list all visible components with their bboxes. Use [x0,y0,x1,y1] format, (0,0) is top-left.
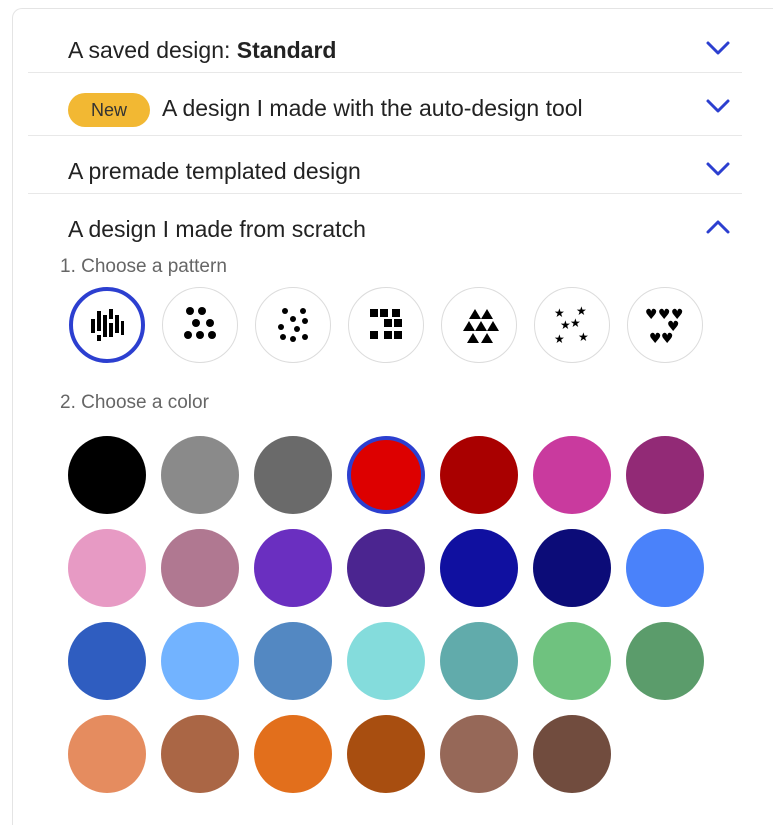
svg-text:★: ★ [578,330,589,344]
color-swatch[interactable] [626,529,704,607]
svg-text:♥: ♥ [661,331,674,347]
section-scratch-design-label[interactable]: A design I made from scratch [68,216,366,243]
section-saved-design-label[interactable]: A saved design: Standard [68,37,336,64]
new-badge: New [68,93,150,127]
color-swatch[interactable] [533,529,611,607]
chevron-up-icon[interactable] [705,218,731,236]
color-swatch[interactable] [347,529,425,607]
squares-pattern-icon [370,309,402,339]
color-swatch[interactable] [68,529,146,607]
color-swatch[interactable] [533,715,611,793]
svg-text:♥: ♥ [645,307,658,323]
svg-text:♥: ♥ [649,331,662,347]
choose-color-label: 2. Choose a color [60,392,209,413]
color-swatch[interactable] [440,622,518,700]
color-swatch[interactable] [440,436,518,514]
section-auto-design-label[interactable]: A design I made with the auto-design too… [162,95,583,122]
color-swatch[interactable] [533,622,611,700]
color-swatch[interactable] [533,436,611,514]
hearts-pattern-icon: ♥ ♥ ♥ ♥ ♥ ♥ [645,307,684,347]
pattern-option-triangles[interactable] [441,287,517,363]
color-swatch[interactable] [161,436,239,514]
stars-pattern-icon: ★ ★ ★ ★ ★ ★ [554,304,589,346]
color-swatch[interactable] [440,715,518,793]
color-swatch[interactable] [440,529,518,607]
color-swatch[interactable] [161,529,239,607]
color-swatch[interactable] [254,715,332,793]
color-swatch[interactable] [347,436,425,514]
pattern-option-diamond-dots[interactable] [255,287,331,363]
pattern-option-dots[interactable] [162,287,238,363]
svg-text:★: ★ [554,332,565,346]
color-swatch[interactable] [254,436,332,514]
pattern-option-squares[interactable] [348,287,424,363]
color-swatch[interactable] [254,622,332,700]
color-swatch[interactable] [161,622,239,700]
pattern-option-vertical-bars[interactable] [69,287,145,363]
diamond-dots-pattern-icon [278,308,308,342]
color-swatch[interactable] [68,436,146,514]
triangles-pattern-icon [463,309,499,343]
section-premade-design-label[interactable]: A premade templated design [68,158,361,185]
color-swatch[interactable] [347,715,425,793]
color-swatch[interactable] [68,622,146,700]
color-swatch[interactable] [161,715,239,793]
chevron-down-icon[interactable] [705,39,731,57]
color-swatch[interactable] [254,529,332,607]
chevron-down-icon[interactable] [705,160,731,178]
color-swatch[interactable] [68,715,146,793]
dots-pattern-icon [184,307,216,339]
vertical-bars-pattern-icon [91,309,124,341]
svg-text:★: ★ [570,316,581,330]
color-swatch[interactable] [626,622,704,700]
pattern-option-stars[interactable]: ★ ★ ★ ★ ★ ★ [534,287,610,363]
choose-pattern-label: 1. Choose a pattern [60,256,227,277]
color-swatch[interactable] [347,622,425,700]
pattern-option-hearts[interactable]: ♥ ♥ ♥ ♥ ♥ ♥ [627,287,703,363]
chevron-down-icon[interactable] [705,97,731,115]
color-swatch[interactable] [626,436,704,514]
